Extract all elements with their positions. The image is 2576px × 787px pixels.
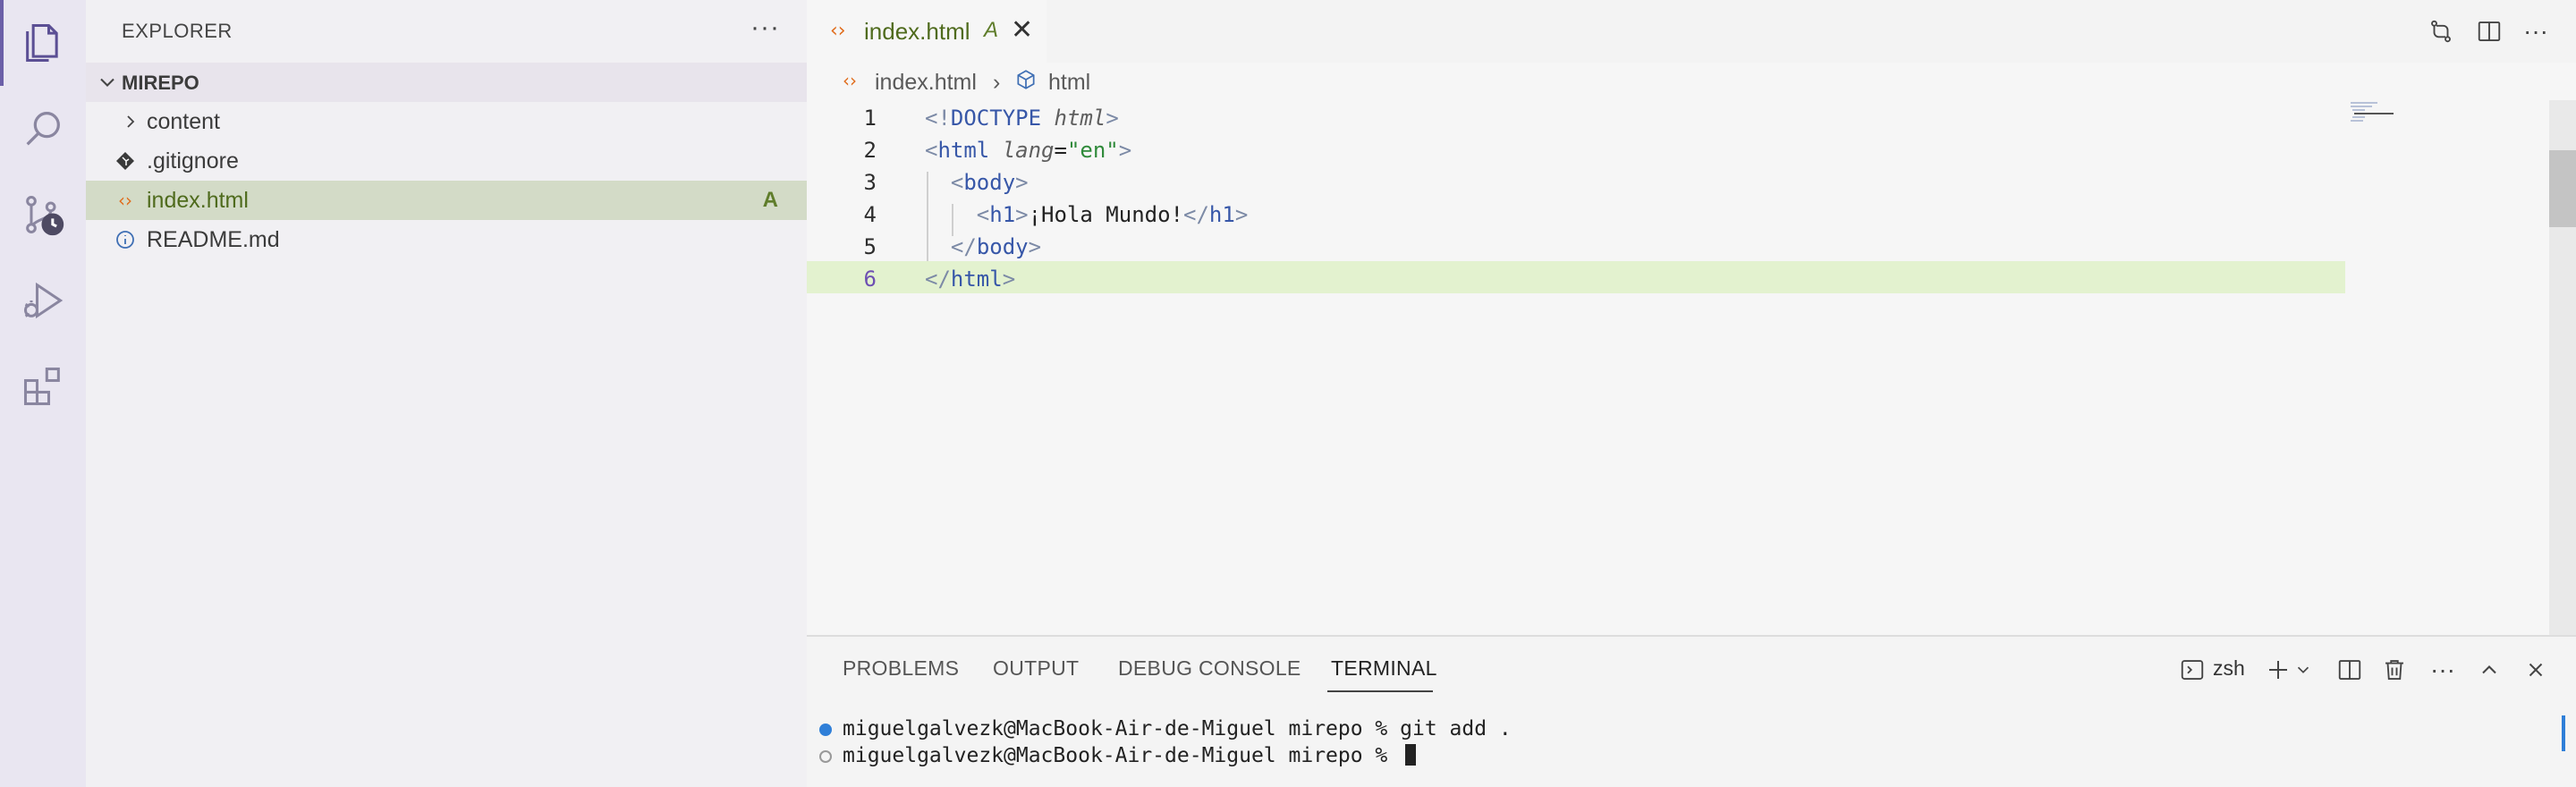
code-brackets-icon: ‹› <box>118 190 132 211</box>
line-number: 3 <box>863 170 877 195</box>
maximize-panel-icon[interactable] <box>2474 655 2504 685</box>
tab-label: index.html <box>864 18 970 45</box>
chevron-down-icon[interactable] <box>2288 655 2318 685</box>
close-tab-icon[interactable]: ✕ <box>1011 14 1033 46</box>
code-line: 2 <html lang="en"> <box>807 132 2345 165</box>
activity-bar <box>0 0 86 787</box>
tree-item-gitignore[interactable]: .gitignore <box>86 141 807 181</box>
extensions-icon[interactable] <box>0 343 86 429</box>
split-editor-icon[interactable] <box>2474 16 2504 47</box>
chevron-right-icon: › <box>993 70 1001 95</box>
code-line: 5 </body> <box>807 229 2345 261</box>
tab-bar: ‹› index.html A ✕ ··· <box>807 0 2576 63</box>
sidebar-title: EXPLORER <box>122 20 233 42</box>
tab-index-html[interactable]: ‹› index.html A ✕ <box>807 0 1046 63</box>
close-panel-icon[interactable] <box>2521 655 2551 685</box>
more-actions-icon[interactable]: ··· <box>750 13 780 43</box>
explorer-sidebar: EXPLORER ··· MIREPO content .gitignore ‹… <box>86 0 807 787</box>
tab-terminal[interactable]: TERMINAL <box>1331 656 1437 681</box>
tree-item-label: README.md <box>147 227 280 252</box>
git-added-badge: A <box>762 188 778 212</box>
tab-problems[interactable]: PROBLEMS <box>843 656 959 681</box>
terminal-line-text: miguelgalvezk@MacBook-Air-de-Miguel mire… <box>843 744 1401 767</box>
code-line-current: 6 </html> <box>807 261 2345 293</box>
command-pending-dot-icon <box>819 750 832 763</box>
line-number: 2 <box>863 138 877 163</box>
code-brackets-icon: ‹› <box>830 20 846 42</box>
tree-item-label: content <box>147 109 221 134</box>
active-tab-indicator <box>1327 690 1433 692</box>
scroll-thumb[interactable] <box>2549 150 2576 227</box>
info-icon <box>113 227 138 252</box>
explorer-icon[interactable] <box>0 0 86 86</box>
terminal-scroll-indicator <box>2562 715 2565 751</box>
tree-item-index-html[interactable]: ‹› index.html A <box>86 181 807 220</box>
open-changes-icon[interactable] <box>2426 16 2456 47</box>
tree-item-readme[interactable]: README.md <box>86 220 807 259</box>
search-icon[interactable] <box>0 86 86 172</box>
split-terminal-icon[interactable] <box>2334 655 2365 685</box>
run-debug-icon[interactable] <box>0 258 86 343</box>
minimap[interactable] <box>2347 100 2454 136</box>
editor-scrollbar[interactable] <box>2549 100 2576 635</box>
breadcrumb-symbol[interactable]: html <box>1048 70 1090 96</box>
terminal-shell-name[interactable]: zsh <box>2213 656 2245 681</box>
git-added-badge: A <box>984 18 999 42</box>
tree-item-content[interactable]: content <box>86 102 807 141</box>
line-number: 1 <box>863 106 877 131</box>
tree-item-label: .gitignore <box>147 148 239 173</box>
terminal-line: miguelgalvezk@MacBook-Air-de-Miguel mire… <box>807 715 2506 742</box>
code-line: 3 <body> <box>807 165 2345 197</box>
trash-icon[interactable] <box>2379 655 2410 685</box>
sidebar-header: EXPLORER ··· <box>86 0 807 61</box>
bottom-panel: PROBLEMS OUTPUT DEBUG CONSOLE TERMINAL z… <box>807 635 2576 787</box>
code-line: 4 <h1>¡Hola Mundo!</h1> <box>807 197 2345 229</box>
breadcrumb-file[interactable]: index.html <box>875 70 977 96</box>
tab-output[interactable]: OUTPUT <box>993 656 1079 681</box>
tree-item-label: index.html <box>147 188 249 213</box>
symbol-element-icon <box>1014 68 1038 96</box>
command-success-dot-icon[interactable] <box>819 724 832 736</box>
terminal-line-text: miguelgalvezk@MacBook-Air-de-Miguel mire… <box>843 717 1512 740</box>
more-actions-icon[interactable]: ··· <box>2521 16 2551 47</box>
breadcrumb: ‹› index.html › html <box>807 64 2576 100</box>
line-number: 5 <box>863 234 877 259</box>
workspace-section-header[interactable]: MIREPO <box>86 63 807 102</box>
workspace-name: MIREPO <box>122 72 199 94</box>
line-number: 4 <box>863 202 877 227</box>
source-control-icon[interactable] <box>0 172 86 258</box>
chevron-right-icon <box>118 109 143 134</box>
editor-group: ‹› index.html A ✕ ··· ‹› index.html › ht… <box>807 0 2576 635</box>
git-diamond-icon <box>113 148 138 173</box>
code-brackets-icon: ‹› <box>843 70 857 91</box>
tab-debug-console[interactable]: DEBUG CONSOLE <box>1118 656 1301 681</box>
line-number: 6 <box>863 267 877 292</box>
terminal-icon[interactable] <box>2177 655 2207 685</box>
code-line: 1 <!DOCTYPE html> <box>807 100 2345 132</box>
more-actions-icon[interactable]: ··· <box>2428 655 2458 685</box>
terminal-cursor <box>1405 744 1417 766</box>
terminal-line: miguelgalvezk@MacBook-Air-de-Miguel mire… <box>807 742 2506 769</box>
chevron-down-icon <box>100 78 114 87</box>
